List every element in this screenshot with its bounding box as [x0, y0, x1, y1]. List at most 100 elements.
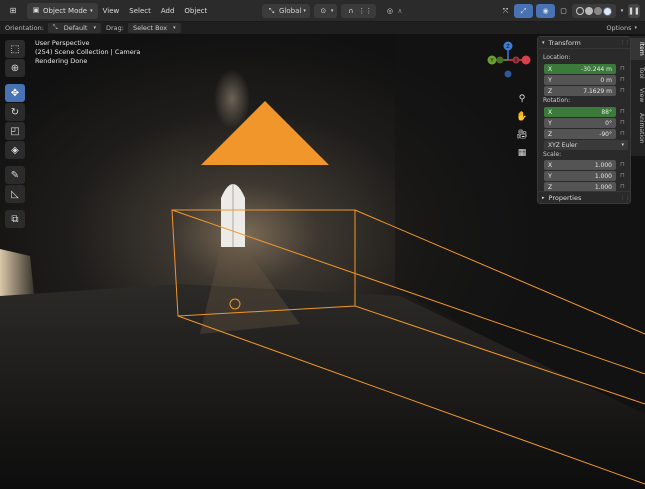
transform-section-header[interactable]: ▾ Transform ⋮⋮: [538, 37, 630, 49]
gizmo-x-label: X: [514, 58, 518, 64]
rotation-mode-select[interactable]: XYZ Euler ▾: [544, 140, 628, 150]
rotation-mode-value: XYZ Euler: [548, 141, 578, 149]
mode-label: Object Mode: [43, 6, 88, 15]
location-z-field[interactable]: Z 7.1629 m: [544, 86, 616, 96]
properties-section-header[interactable]: ▸ Properties ⋮⋮: [538, 191, 630, 203]
chevron-down-icon: ▾: [303, 8, 306, 14]
transform-tool-button[interactable]: ◈: [5, 141, 25, 159]
tab-tool[interactable]: Tool: [631, 62, 645, 84]
drag-handle-icon[interactable]: ⋮⋮: [620, 195, 630, 201]
gizmo-x-neg-axis[interactable]: [521, 55, 531, 65]
measure-tool-button[interactable]: ◺: [5, 185, 25, 203]
material-shading-icon[interactable]: [594, 7, 602, 15]
menu-object[interactable]: Object: [179, 3, 212, 19]
options-menu[interactable]: Options ▾: [606, 24, 637, 32]
gizmo-toggle[interactable]: ⤢: [514, 4, 533, 18]
rotation-x-field[interactable]: X 88°: [544, 107, 616, 117]
rotation-z-field[interactable]: Z -90°: [544, 129, 616, 139]
rendered-shading-icon[interactable]: [603, 6, 612, 16]
scale-y-field[interactable]: Y 1.000: [544, 171, 616, 181]
annotate-tool-button[interactable]: ✎: [5, 166, 25, 184]
lock-icon[interactable]: ⊓: [619, 183, 626, 191]
camera-view-icon[interactable]: 🎥︎: [516, 129, 528, 141]
move-tool-button[interactable]: ✥: [5, 84, 25, 102]
viewport-collection-text: (254) Scene Collection | Camera: [35, 48, 141, 56]
lock-icon[interactable]: ⊓: [619, 65, 626, 73]
lock-icon[interactable]: ⊓: [619, 161, 626, 169]
rotation-label: Rotation:: [543, 97, 571, 104]
proportional-edit-toggle[interactable]: ◎ ∧: [380, 4, 406, 18]
xray-icon[interactable]: ▢: [558, 6, 569, 17]
field-value: 1.000: [594, 161, 612, 169]
proportional-edit-icon: ◎: [386, 6, 393, 15]
overlays-icon: ◉: [542, 6, 549, 15]
lock-icon[interactable]: ⊓: [619, 108, 626, 116]
field-value: 0 m: [600, 76, 612, 84]
transform-orientation-label: Global: [279, 7, 302, 15]
shading-selector[interactable]: [572, 4, 616, 18]
scale-x-field[interactable]: X 1.000: [544, 160, 616, 170]
drag-select[interactable]: Select Box ▾: [127, 23, 181, 33]
drag-handle-icon[interactable]: ⋮⋮: [620, 40, 630, 46]
lock-icon[interactable]: ⊓: [619, 172, 626, 180]
orientation-select[interactable]: ⤡ Default ▾: [47, 23, 101, 33]
gizmo-z-neg-axis[interactable]: [504, 70, 512, 78]
mode-select[interactable]: ▣ Object Mode ▾: [27, 2, 98, 19]
chevron-down-icon: ▾: [634, 25, 637, 31]
snap-toggle[interactable]: ∩ ⋮⋮: [341, 4, 377, 18]
editor-type-button[interactable]: ⊞: [2, 3, 24, 19]
3d-cursor-icon: ⊕: [10, 62, 20, 74]
lock-icon[interactable]: ⊓: [619, 130, 626, 138]
options-label: Options: [606, 24, 632, 32]
viewport-status-text: Rendering Done: [35, 57, 88, 65]
gizmo-y-neg-axis[interactable]: [496, 56, 504, 64]
zoom-icon[interactable]: ⚲: [516, 93, 528, 105]
tab-view[interactable]: View: [631, 84, 645, 106]
gizmo-icon: ⤢: [520, 6, 527, 15]
axis-label: X: [547, 108, 553, 116]
tab-animation[interactable]: Animation: [631, 108, 645, 148]
menu-view[interactable]: View: [98, 3, 125, 19]
tab-item[interactable]: Item: [631, 38, 645, 60]
visibility-icon[interactable]: ⤧: [500, 6, 511, 17]
chevron-right-icon: ▸: [542, 194, 545, 201]
cursor-tool-button[interactable]: ⊕: [5, 59, 25, 77]
pan-hand-icon[interactable]: ✋: [516, 111, 528, 123]
solid-shading-icon[interactable]: [585, 7, 593, 15]
falloff-icon: ∧: [397, 7, 403, 15]
field-value: -90°: [599, 130, 612, 138]
ruler-icon: ◺: [11, 188, 19, 200]
rotate-icon: ↻: [10, 106, 20, 118]
menu-add[interactable]: Add: [156, 3, 180, 19]
grid-projection-icon[interactable]: ▦: [516, 147, 528, 159]
transform-orientation-select[interactable]: ⤡ Global ▾: [262, 4, 310, 18]
move-arrows-icon: ✥: [10, 87, 20, 99]
pause-render-button[interactable]: ❚❚: [628, 4, 640, 18]
viewport-perspective-text: User Perspective: [35, 39, 90, 47]
axis-label: Z: [547, 87, 553, 95]
chevron-down-icon[interactable]: ▾: [619, 6, 625, 17]
sidebar-n-panel: ▾ Transform ⋮⋮ Location: X -30.244 m ⊓ Y…: [537, 36, 631, 204]
menu-select[interactable]: Select: [124, 3, 156, 19]
snap-target-icon: ⋮⋮: [358, 7, 373, 15]
select-tool-button[interactable]: ⬚: [5, 40, 25, 58]
overlays-toggle[interactable]: ◉: [536, 4, 555, 18]
location-y-field[interactable]: Y 0 m: [544, 75, 616, 85]
pivot-point-select[interactable]: ⊙ ▾: [313, 4, 338, 18]
scale-icon: ◰: [10, 125, 20, 137]
navigation-gizmo[interactable]: Z Y X: [486, 38, 534, 86]
drag-label: Drag:: [105, 24, 124, 32]
scale-tool-button[interactable]: ◰: [5, 122, 25, 140]
scale-label: Scale:: [543, 151, 562, 158]
location-x-field[interactable]: X -30.244 m: [544, 64, 616, 74]
lock-icon[interactable]: ⊓: [619, 119, 626, 127]
field-value: 1.000: [594, 183, 612, 191]
chevron-down-icon: ▾: [93, 25, 96, 31]
wireframe-shading-icon[interactable]: [576, 7, 584, 15]
add-cube-tool-button[interactable]: ⧉: [5, 210, 25, 228]
lock-icon[interactable]: ⊓: [619, 87, 626, 95]
drag-value: Select Box: [132, 24, 168, 32]
add-cube-icon: ⧉: [11, 213, 19, 225]
lock-icon[interactable]: ⊓: [619, 76, 626, 84]
rotate-tool-button[interactable]: ↻: [5, 103, 25, 121]
